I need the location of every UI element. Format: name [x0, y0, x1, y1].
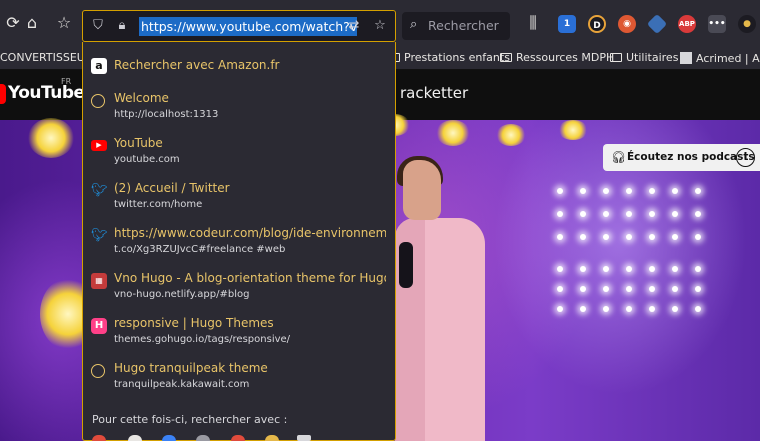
bookmark-label: Prestations enfants [404, 51, 510, 64]
suggestion-title: Hugo tranquilpeak theme [114, 361, 268, 375]
info-icon[interactable]: i [736, 148, 755, 167]
suggestion-url: http://localhost:1313 [114, 109, 219, 120]
library-icon[interactable]: ⫼ [522, 12, 544, 34]
search-engine-bing-icon[interactable] [162, 435, 176, 441]
globe-icon [91, 94, 105, 108]
suggestion-url: themes.gohugo.io/tags/responsive/ [114, 334, 291, 345]
suggestion-vno-hugo[interactable]: ▦ Vno Hugo - A blog-orientation theme fo… [83, 267, 395, 312]
extension-badge-icon[interactable]: 1 [558, 15, 576, 33]
bookmark-label: Acrimed | Acti [696, 52, 760, 65]
suggestion-title: https://www.codeur.com/blog/ide-environn… [114, 226, 386, 240]
microphone [399, 242, 413, 288]
extension-diamond-icon[interactable] [646, 13, 668, 35]
suggestion-url: t.co/Xg3RZUJvcC#freelance #web [114, 244, 286, 255]
bookmark-label: Utilitaires [626, 51, 679, 64]
bookmark-star-icon[interactable]: ☆ [371, 17, 389, 35]
search-engine-amazon-icon[interactable] [128, 435, 142, 441]
suggestion-title: (2) Accueil / Twitter [114, 181, 230, 195]
shield-icon[interactable]: ⛉ [89, 17, 107, 35]
bookmark-label: CONVERTISSEUR [0, 51, 93, 64]
amazon-icon: a [91, 58, 107, 74]
search-engine-wikipedia-icon[interactable] [297, 435, 311, 441]
suggestion-url: youtube.com [114, 154, 180, 165]
suggestion-youtube[interactable]: ▶ YouTube youtube.com [83, 132, 395, 177]
podcast-banner[interactable]: 🎧︎ Écoutez nos podcasts i [603, 144, 760, 171]
suggestion-title: responsive | Hugo Themes [114, 316, 274, 330]
suggestion-tranquilpeak[interactable]: Hugo tranquilpeak theme tranquilpeak.kak… [83, 357, 395, 402]
bookmark-label: Ressources MDPH [516, 51, 615, 64]
bookmark-utilitaires[interactable]: Utilitaires [610, 50, 678, 66]
home-icon[interactable]: ⌂ [21, 12, 43, 34]
translate-icon[interactable]: ⇄ [345, 17, 363, 35]
extension-d-icon[interactable]: D [588, 15, 606, 33]
youtube-play-icon [0, 84, 6, 104]
suggestion-codeur[interactable]: 🐦︎ https://www.codeur.com/blog/ide-envir… [83, 222, 395, 267]
hugo-icon: H [91, 318, 107, 334]
search-engine-ebay-icon[interactable] [231, 435, 245, 441]
suggestion-hugo-themes[interactable]: H responsive | Hugo Themes themes.gohugo… [83, 312, 395, 357]
suggestion-title: Welcome [114, 91, 169, 105]
region-code: FR [61, 77, 72, 86]
search-input[interactable]: ⌕ Rechercher [402, 12, 510, 40]
stage-light [496, 124, 526, 146]
duckduckgo-icon[interactable]: ◉ [618, 15, 636, 33]
suggestion-title: YouTube [114, 136, 163, 150]
globe-icon [91, 364, 105, 378]
headphones-icon: 🎧︎ [611, 150, 627, 164]
stage-light [28, 118, 74, 158]
folder-icon [610, 53, 622, 62]
folder-icon [500, 53, 512, 62]
search-engine-ddg-icon[interactable] [196, 435, 210, 441]
adblock-plus-icon[interactable]: ABP [678, 15, 696, 33]
lock-icon[interactable]: 🔒︎ [113, 17, 131, 35]
suggestion-url: tranquilpeak.kakawait.com [114, 379, 250, 390]
save-to-pocket-icon[interactable]: ☆ [53, 12, 75, 34]
one-off-search-label: Pour cette fois-ci, rechercher avec : [92, 413, 288, 426]
suggestion-title: Rechercher avec Amazon.fr [114, 58, 280, 72]
suggestion-url: vno-hugo.netlify.app/#blog [114, 289, 250, 300]
search-engine-google-icon[interactable] [92, 435, 106, 441]
address-bar[interactable]: ⛉ 🔒︎ https://www.youtube.com/watch?v=RYj… [82, 10, 396, 42]
performer [395, 156, 485, 441]
acrimed-icon [680, 52, 692, 64]
twitter-icon: 🐦︎ [91, 228, 108, 243]
suggestion-twitter-home[interactable]: 🐦︎ (2) Accueil / Twitter twitter.com/hom… [83, 177, 395, 222]
suggestion-title: Vno Hugo - A blog-orientation theme for … [114, 271, 386, 285]
extension-dots-icon[interactable]: ••• [708, 15, 726, 33]
suggestion-url: twitter.com/home [114, 199, 203, 210]
bookmark-prestations-enfants[interactable]: Prestations enfants [388, 50, 510, 66]
youtube-icon: ▶ [91, 140, 107, 151]
abp-label: ABP [679, 20, 695, 28]
search-engine-qwant-icon[interactable] [265, 435, 279, 441]
url-suggestions-dropdown: a Rechercher avec Amazon.fr Welcome http… [82, 42, 396, 441]
browser-toolbar: ⟳ ⌂ ☆ ⛉ 🔒︎ https://www.youtube.com/watch… [0, 0, 760, 46]
badge-count: 1 [563, 19, 571, 29]
url-text[interactable]: https://www.youtube.com/watch?v=RYj [139, 17, 357, 36]
bookmark-convertisseur[interactable]: CONVERTISSEUR [0, 50, 92, 66]
stage-light [558, 120, 588, 140]
suggestion-welcome[interactable]: Welcome http://localhost:1313 [83, 87, 395, 132]
stage-light [436, 120, 470, 146]
browser-window: ⟳ ⌂ ☆ ⛉ 🔒︎ https://www.youtube.com/watch… [0, 0, 760, 441]
search-placeholder: Rechercher [428, 18, 499, 33]
search-icon: ⌕ [410, 17, 418, 32]
vno-icon: ▦ [91, 273, 107, 289]
youtube-wordmark: YouTube [8, 83, 85, 103]
extension-multicolor-icon[interactable]: ● [738, 15, 756, 33]
bookmark-acrimed[interactable]: Acrimed | Acti [680, 50, 760, 66]
twitter-icon: 🐦︎ [91, 183, 108, 198]
youtube-search-query[interactable]: racketter [400, 84, 468, 102]
bookmark-ressources-mdph[interactable]: Ressources MDPH [500, 50, 614, 66]
